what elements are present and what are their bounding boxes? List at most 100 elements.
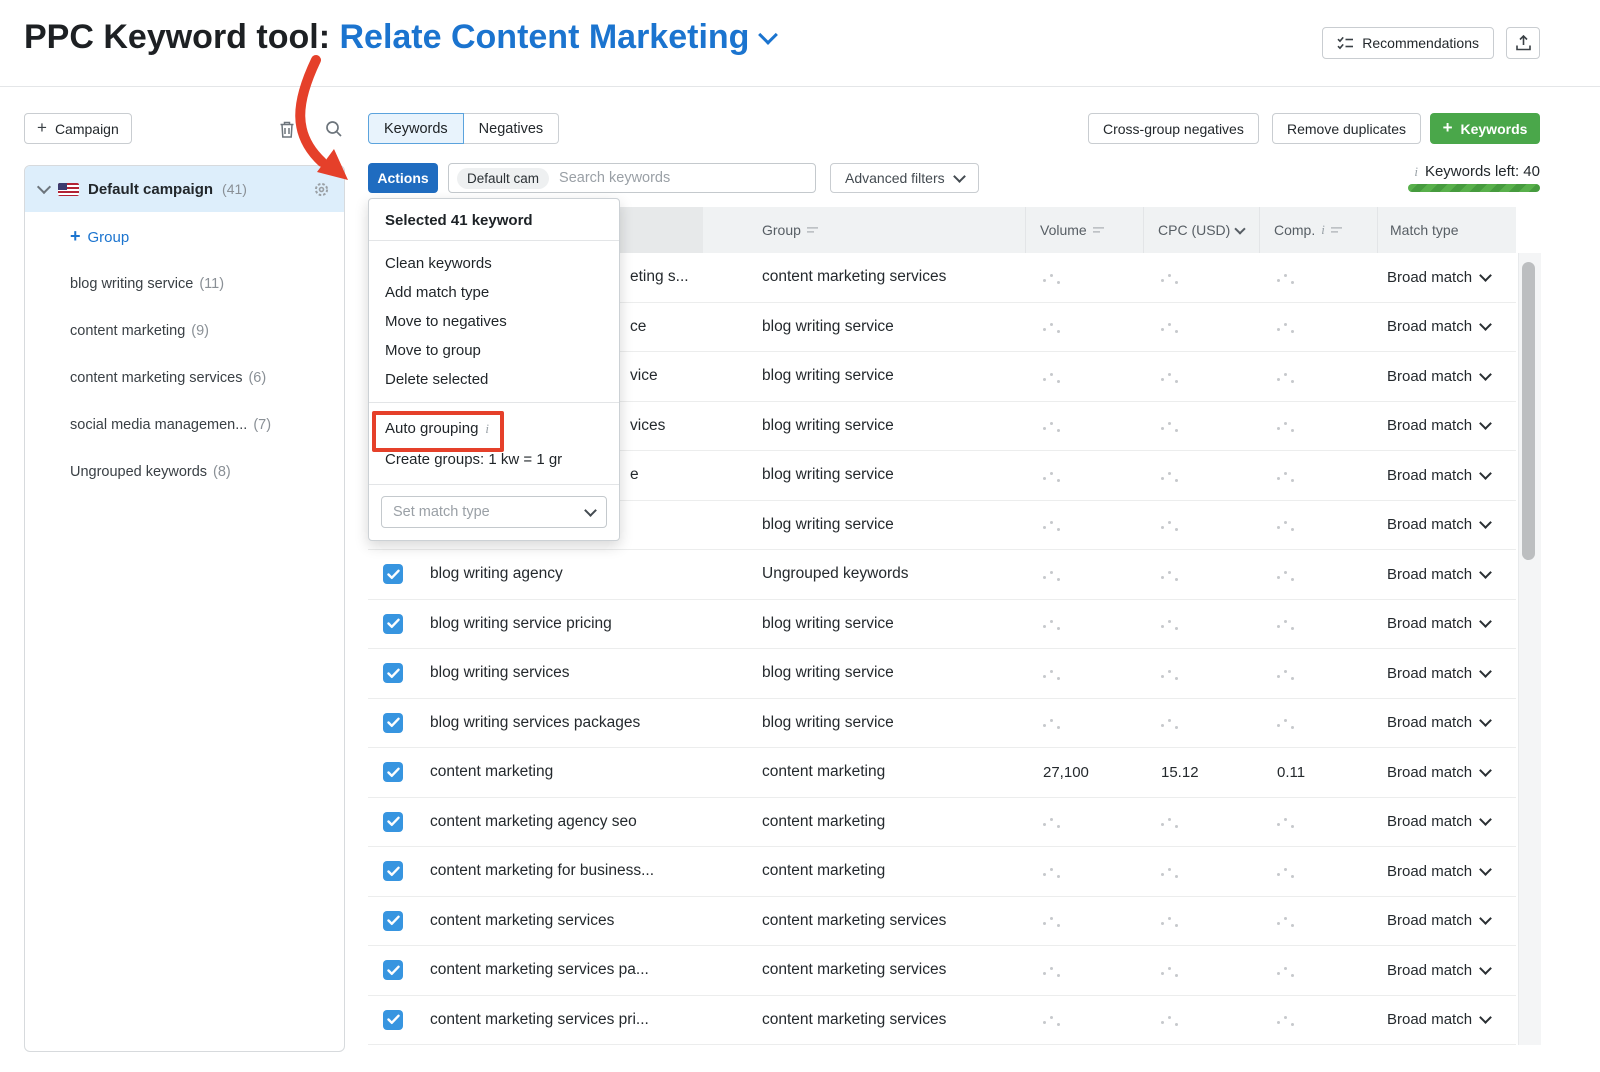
match-type-dropdown[interactable]: Broad match — [1377, 516, 1516, 533]
add-keywords-button[interactable]: + Keywords — [1430, 113, 1540, 144]
menu-item-add-match-type[interactable]: Add match type — [369, 278, 619, 307]
match-type-dropdown[interactable]: Broad match — [1377, 318, 1516, 335]
table-scrollbar-thumb[interactable] — [1522, 262, 1535, 560]
actions-button[interactable]: Actions — [368, 163, 438, 193]
add-campaign-label: Campaign — [55, 121, 119, 137]
keywords-negatives-tabs: Keywords Negatives — [368, 113, 559, 144]
chevron-down-icon — [1479, 417, 1492, 430]
remove-duplicates-button[interactable]: Remove duplicates — [1272, 113, 1421, 144]
group-cell: content marketing services — [762, 912, 1025, 930]
keyword-cell: content marketing agency seo — [430, 813, 762, 831]
match-type-dropdown[interactable]: Broad match — [1377, 665, 1516, 682]
header-volume[interactable]: Volume — [1025, 207, 1143, 253]
menu-item-auto-grouping[interactable]: Auto grouping i — [369, 412, 619, 445]
match-type-dropdown[interactable]: Broad match — [1377, 1011, 1516, 1028]
gear-icon[interactable] — [313, 181, 330, 198]
sidebar-group-item[interactable]: content marketing services(6) — [25, 354, 344, 401]
row-checkbox-checked[interactable] — [383, 911, 403, 931]
header-comp[interactable]: Comp. i — [1259, 207, 1377, 253]
sidebar-group-item[interactable]: social media managemen...(7) — [25, 401, 344, 448]
cpc-cell — [1143, 863, 1259, 880]
row-checkbox-checked[interactable] — [383, 861, 403, 881]
match-type-dropdown[interactable]: Broad match — [1377, 764, 1516, 781]
group-cell: blog writing service — [762, 516, 1025, 534]
loading-dots — [1161, 1021, 1182, 1024]
match-type-dropdown[interactable]: Broad match — [1377, 269, 1516, 286]
set-match-type-select[interactable]: Set match type — [381, 496, 607, 528]
comp-cell — [1259, 516, 1377, 533]
menu-item-delete-selected[interactable]: Delete selected — [369, 365, 619, 394]
comp-cell — [1259, 714, 1377, 731]
comp-cell — [1259, 962, 1377, 979]
advanced-filters-button[interactable]: Advanced filters — [830, 163, 979, 193]
add-group-label: Group — [88, 229, 130, 246]
row-checkbox-checked[interactable] — [383, 960, 403, 980]
keyword-cell: content marketing services — [430, 912, 762, 930]
match-type-dropdown[interactable]: Broad match — [1377, 566, 1516, 583]
match-type-dropdown[interactable]: Broad match — [1377, 417, 1516, 434]
search-icon[interactable] — [325, 118, 347, 140]
table-row: content marketing for business... conten… — [368, 847, 1516, 897]
row-checkbox-checked[interactable] — [383, 564, 403, 584]
recommendations-button[interactable]: Recommendations — [1322, 27, 1494, 59]
loading-dots — [1043, 279, 1064, 282]
match-type-dropdown[interactable]: Broad match — [1377, 912, 1516, 929]
cpc-cell — [1143, 269, 1259, 286]
campaign-filter-chip[interactable]: Default cam — [457, 168, 549, 189]
divider — [369, 484, 619, 485]
match-type-dropdown[interactable]: Broad match — [1377, 467, 1516, 484]
cpc-cell — [1143, 962, 1259, 979]
loading-dots — [1043, 427, 1064, 430]
tab-negatives[interactable]: Negatives — [464, 113, 559, 144]
sort-icon — [1331, 226, 1343, 235]
sidebar-group-item[interactable]: blog writing service(11) — [25, 260, 344, 307]
sidebar-group-item[interactable]: Ungrouped keywords(8) — [25, 448, 344, 495]
keywords-left-label: Keywords left: 40 — [1425, 163, 1540, 180]
search-input[interactable] — [557, 169, 807, 187]
chevron-down-icon — [1479, 467, 1492, 480]
match-type-dropdown[interactable]: Broad match — [1377, 863, 1516, 880]
ppc-keyword-tool-app: PPC Keyword tool: Relate Content Marketi… — [0, 0, 1600, 1072]
comp-cell — [1259, 566, 1377, 583]
header-group[interactable]: Group — [762, 207, 1025, 253]
comp-cell — [1259, 615, 1377, 632]
row-checkbox-checked[interactable] — [383, 614, 403, 634]
row-checkbox-checked[interactable] — [383, 762, 403, 782]
header-cpc[interactable]: CPC (USD) — [1143, 207, 1259, 253]
add-campaign-button[interactable]: + Campaign — [24, 113, 132, 144]
loading-dots — [1277, 972, 1298, 975]
campaign-selector[interactable]: Relate Content Marketing — [339, 18, 749, 56]
add-group-button[interactable]: + Group — [70, 228, 129, 247]
campaign-name: Default campaign — [88, 181, 213, 198]
loading-dots — [1277, 279, 1298, 282]
chevron-down-icon[interactable] — [759, 25, 779, 45]
menu-item-create-groups[interactable]: Create groups: 1 kw = 1 gr — [369, 445, 619, 474]
match-type-dropdown[interactable]: Broad match — [1377, 714, 1516, 731]
trash-icon[interactable] — [278, 118, 300, 140]
sidebar-item-default-campaign[interactable]: Default campaign (41) — [25, 166, 344, 212]
match-type-dropdown[interactable]: Broad match — [1377, 813, 1516, 830]
match-type-dropdown[interactable]: Broad match — [1377, 368, 1516, 385]
tab-keywords[interactable]: Keywords — [368, 113, 464, 144]
loading-dots — [1161, 526, 1182, 529]
comp-cell — [1259, 318, 1377, 335]
row-checkbox-checked[interactable] — [383, 1010, 403, 1030]
cpc-cell — [1143, 665, 1259, 682]
export-button[interactable] — [1506, 27, 1540, 59]
match-type-dropdown[interactable]: Broad match — [1377, 962, 1516, 979]
group-cell: content marketing — [762, 862, 1025, 880]
row-checkbox-checked[interactable] — [383, 812, 403, 832]
sort-icon — [807, 226, 819, 235]
menu-item-move-to-group[interactable]: Move to group — [369, 336, 619, 365]
menu-item-clean-keywords[interactable]: Clean keywords — [369, 249, 619, 278]
row-checkbox-checked[interactable] — [383, 663, 403, 683]
sidebar-group-item[interactable]: content marketing(9) — [25, 307, 344, 354]
cross-group-negatives-button[interactable]: Cross-group negatives — [1088, 113, 1259, 144]
match-type-dropdown[interactable]: Broad match — [1377, 615, 1516, 632]
row-checkbox-checked[interactable] — [383, 713, 403, 733]
chevron-down-icon[interactable] — [37, 180, 51, 194]
actions-menu-items: Clean keywordsAdd match typeMove to nega… — [369, 241, 619, 402]
keyword-search-box[interactable]: Default cam — [448, 163, 816, 193]
loading-dots — [1043, 873, 1064, 876]
menu-item-move-to-negatives[interactable]: Move to negatives — [369, 307, 619, 336]
